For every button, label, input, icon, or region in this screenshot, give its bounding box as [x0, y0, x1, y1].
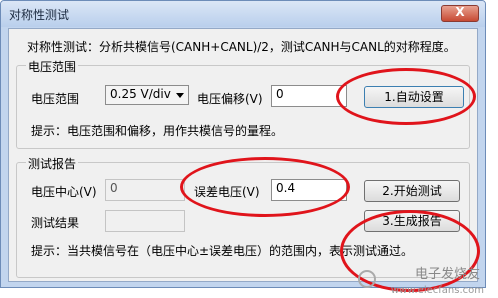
- close-icon: X: [455, 5, 465, 19]
- start-test-button[interactable]: 2.开始测试: [364, 180, 460, 202]
- window-title: 对称性测试: [9, 8, 70, 22]
- watermark-url: www.elecfans.com: [390, 285, 484, 296]
- voltage-center-field: 0: [105, 179, 185, 201]
- voltage-range-label: 电压范围: [31, 92, 80, 106]
- test-result-label: 测试结果: [31, 216, 80, 230]
- watermark-logo-icon: [358, 270, 376, 288]
- description-text: 对称性测试：分析共模信号(CANH+CANL)/2，测试CANH与CANL的对称…: [27, 40, 456, 54]
- voltage-range-hint: 提示：电压范围和偏移，用作共模信号的量程。: [31, 124, 284, 138]
- annotation-ellipse-auto-setup: [336, 68, 476, 125]
- voltage-center-value: 0: [110, 181, 118, 195]
- voltage-offset-value: 0: [276, 87, 284, 101]
- chevron-down-icon: [176, 93, 184, 98]
- test-result-field: [105, 210, 185, 232]
- annotation-ellipse-error-voltage: [180, 157, 350, 217]
- voltage-range-select[interactable]: 0.25 V/div: [105, 85, 189, 105]
- test-report-legend: 测试报告: [26, 155, 79, 172]
- voltage-range-value: 0.25 V/div: [110, 87, 171, 101]
- voltage-center-label: 电压中心(V): [31, 185, 97, 199]
- title-bar[interactable]: 对称性测试 X: [1, 1, 485, 27]
- watermark-brand: 电子发烧友: [414, 267, 480, 282]
- voltage-offset-label: 电压偏移(V): [197, 92, 263, 106]
- voltage-range-legend: 电压范围: [26, 58, 79, 75]
- close-button[interactable]: X: [441, 5, 479, 22]
